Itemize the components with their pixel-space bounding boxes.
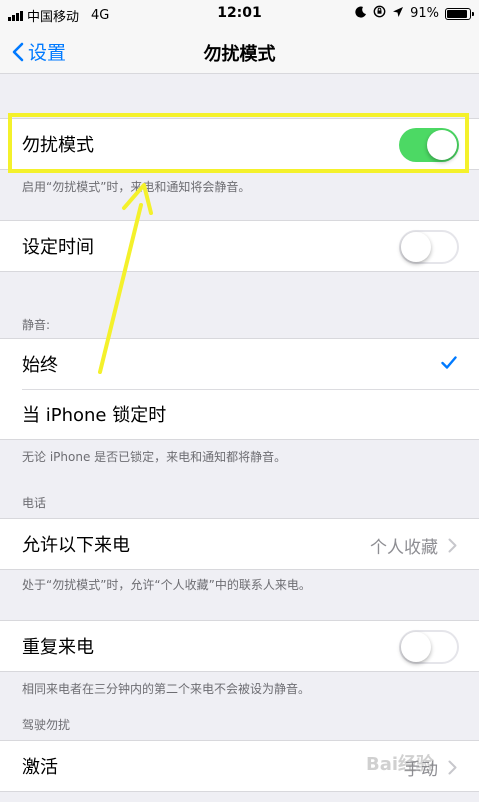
orientation-lock-icon (373, 5, 386, 22)
phone-header: 电话 (22, 496, 47, 510)
allow-calls-row[interactable]: 允许以下来电 个人收藏 (0, 519, 479, 569)
driving-group: 激活 手动 (0, 740, 479, 792)
page-title: 勿扰模式 (203, 44, 276, 65)
allow-calls-detail: 个人收藏 (370, 533, 457, 558)
scheduled-row: 设定时间 (0, 221, 479, 271)
scheduled-toggle[interactable] (399, 230, 459, 264)
silence-header: 静音: (22, 318, 51, 332)
silence-always-row[interactable]: 始终 (0, 339, 479, 389)
dnd-row: 勿扰模式 (0, 119, 479, 169)
nav-bar: 设置 勿扰模式 (0, 28, 479, 74)
dnd-footnote: 启用“勿扰模式”时，来电和通知将会静音。 (22, 180, 251, 194)
silence-footnote: 无论 iPhone 是否已锁定，来电和通知都将静音。 (22, 450, 287, 464)
repeated-footnote: 相同来电者在三分钟内的第二个来电不会被设为静音。 (22, 682, 311, 696)
chevron-right-icon (448, 538, 457, 553)
silence-locked-row[interactable]: 当 iPhone 锁定时 (0, 389, 479, 439)
repeated-toggle[interactable] (399, 630, 459, 664)
toggle-knob (427, 130, 457, 160)
checkmark-icon (441, 356, 457, 369)
driving-header: 驾驶勿扰 (22, 718, 71, 732)
chevron-right-icon (448, 760, 457, 775)
moon-icon (355, 6, 367, 22)
allow-calls-footnote: 处于“勿扰模式”时，允许“个人收藏”中的联系人来电。 (22, 578, 311, 592)
dnd-toggle[interactable] (399, 128, 459, 162)
silence-always-label: 始终 (22, 355, 58, 376)
status-bar: 中国移动 4G 12:01 91% (0, 0, 479, 28)
battery-icon (445, 7, 474, 20)
toggle-knob (401, 632, 431, 662)
scheduled-group: 设定时间 (0, 220, 479, 272)
allow-calls-value: 个人收藏 (370, 538, 438, 558)
dnd-group: 勿扰模式 (0, 118, 479, 170)
repeated-group: 重复来电 (0, 620, 479, 672)
battery-percent: 91% (410, 6, 439, 21)
status-right: 91% (355, 5, 474, 22)
allow-calls-group: 允许以下来电 个人收藏 (0, 518, 479, 570)
repeated-row: 重复来电 (0, 621, 479, 671)
activate-value: 手动 (404, 760, 438, 780)
location-icon (392, 6, 404, 22)
silence-group: 始终 当 iPhone 锁定时 (0, 338, 479, 440)
silence-locked-label: 当 iPhone 锁定时 (22, 405, 167, 426)
activate-row[interactable]: 激活 手动 (0, 741, 479, 791)
toggle-knob (401, 232, 431, 262)
activate-detail: 手动 (404, 755, 457, 780)
